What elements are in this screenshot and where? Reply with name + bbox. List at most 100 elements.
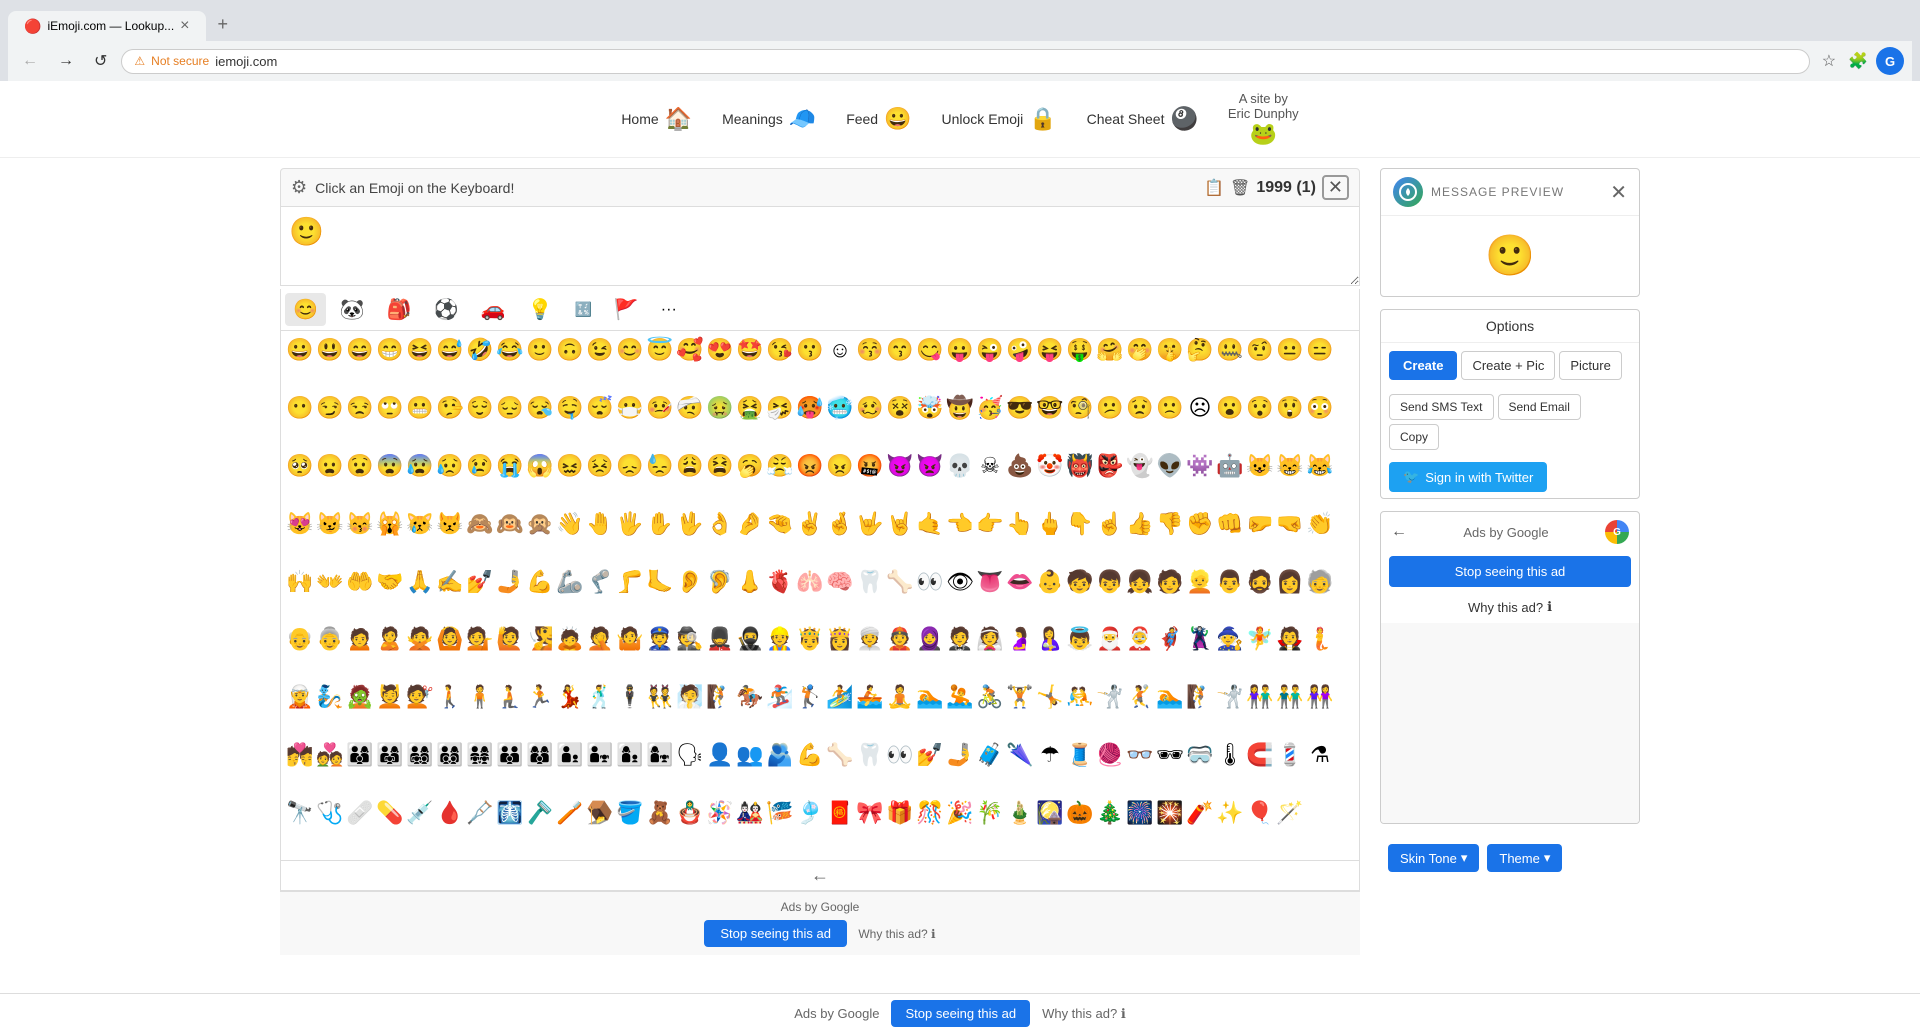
emoji-cell[interactable]: 💈 [1275, 740, 1305, 770]
cat-tab-objects[interactable]: 🎒 [379, 293, 420, 326]
emoji-cell[interactable]: ⚗ [1305, 740, 1335, 770]
emoji-cell[interactable]: 👍 [1125, 509, 1155, 539]
emoji-cell[interactable]: 👩 [1275, 567, 1305, 597]
emoji-cell[interactable]: 😀 [285, 335, 315, 365]
emoji-cell[interactable]: ✊ [1185, 509, 1215, 539]
emoji-cell[interactable]: 😒 [345, 393, 375, 423]
extension-icon[interactable]: 🧩 [1844, 47, 1872, 75]
emoji-cell[interactable]: 🦵 [615, 567, 645, 597]
emoji-cell[interactable]: 🥵 [795, 393, 825, 423]
ads-back-arrow[interactable]: ← [1391, 523, 1407, 541]
emoji-cell[interactable]: 👇 [1065, 509, 1095, 539]
emoji-cell[interactable]: 🧒 [1065, 567, 1095, 597]
emoji-cell[interactable]: 🤑 [1065, 335, 1095, 365]
emoji-cell[interactable]: 🩼 [465, 798, 495, 828]
emoji-cell[interactable]: 🏊 [915, 682, 945, 712]
emoji-cell[interactable]: 🤟 [855, 509, 885, 539]
emoji-cell[interactable]: 😯 [1245, 393, 1275, 423]
back-button[interactable]: ← [16, 48, 44, 74]
close-preview-button[interactable]: ✕ [1610, 180, 1627, 205]
emoji-cell[interactable]: ☝ [1095, 509, 1125, 539]
emoji-cell[interactable]: 🧗 [705, 682, 735, 712]
emoji-cell[interactable]: 👱 [1185, 567, 1215, 597]
emoji-cell[interactable]: 🚴 [975, 682, 1005, 712]
emoji-cell[interactable]: 🧨 [1185, 798, 1215, 828]
emoji-cell[interactable]: 😈 [885, 451, 915, 481]
close-editor-icon[interactable]: ✕ [1322, 175, 1349, 200]
user-avatar[interactable]: G [1876, 47, 1904, 75]
emoji-cell[interactable]: 🎐 [795, 798, 825, 828]
emoji-cell[interactable]: 😅 [435, 335, 465, 365]
emoji-cell[interactable]: 🤫 [1155, 335, 1185, 365]
bookmark-icon[interactable]: ☆ [1818, 47, 1840, 75]
emoji-cell[interactable]: 👀 [885, 740, 915, 770]
emoji-cell[interactable]: 🤌 [735, 509, 765, 539]
emoji-cell[interactable]: 🧕 [915, 624, 945, 654]
emoji-cell[interactable]: 👅 [975, 567, 1005, 597]
emoji-cell[interactable]: 👨‍👨‍👦 [495, 740, 525, 770]
emoji-cell[interactable]: 🤥 [435, 393, 465, 423]
emoji-cell[interactable]: 😝 [1035, 335, 1065, 365]
emoji-cell[interactable]: 🥳 [975, 393, 1005, 423]
emoji-cell[interactable]: 🤯 [915, 393, 945, 423]
emoji-cell[interactable]: 😍 [705, 335, 735, 365]
emoji-cell[interactable]: 👦 [1095, 567, 1125, 597]
emoji-cell[interactable]: 😓 [645, 451, 675, 481]
emoji-cell[interactable]: 🧛 [1275, 624, 1305, 654]
emoji-cell[interactable]: 👬 [1275, 682, 1305, 712]
emoji-cell[interactable]: 👨‍👩‍👦‍👦 [435, 740, 465, 770]
emoji-cell[interactable]: 👎 [1155, 509, 1185, 539]
emoji-cell[interactable]: 🧎 [495, 682, 525, 712]
emoji-cell[interactable]: 😼 [315, 509, 345, 539]
emoji-cell[interactable]: 👂 [675, 567, 705, 597]
emoji-cell[interactable]: 🏋 [1005, 682, 1035, 712]
emoji-cell[interactable]: 🪤 [585, 798, 615, 828]
emoji-cell[interactable]: 🤣 [465, 335, 495, 365]
emoji-cell[interactable]: 👼 [1065, 624, 1095, 654]
emoji-cell[interactable]: 👨 [1215, 567, 1245, 597]
emoji-cell[interactable]: 😥 [435, 451, 465, 481]
emoji-cell[interactable]: 🤞 [825, 509, 855, 539]
emoji-cell[interactable]: 👃 [735, 567, 765, 597]
emoji-cell[interactable]: 🤽 [945, 682, 975, 712]
emoji-cell[interactable]: 🤝 [375, 567, 405, 597]
emoji-cell[interactable]: 😮 [1215, 393, 1245, 423]
emoji-cell[interactable]: 🦸 [1155, 624, 1185, 654]
emoji-cell[interactable]: 👋 [555, 509, 585, 539]
emoji-cell[interactable]: 🦶 [645, 567, 675, 597]
emoji-cell[interactable]: 🤲 [345, 567, 375, 597]
emoji-cell[interactable]: 🤵 [945, 624, 975, 654]
emoji-cell[interactable]: 🖕 [1035, 509, 1065, 539]
emoji-cell[interactable]: 🖖 [675, 509, 705, 539]
emoji-cell[interactable]: 😆 [405, 335, 435, 365]
emoji-cell[interactable]: 🧵 [1065, 740, 1095, 770]
emoji-cell[interactable]: 👁 [945, 567, 975, 597]
emoji-cell[interactable]: 💂 [705, 624, 735, 654]
emoji-cell[interactable]: 🧖 [675, 682, 705, 712]
emoji-cell[interactable]: 👤 [705, 740, 735, 770]
emoji-cell[interactable]: 💅 [915, 740, 945, 770]
emoji-cell[interactable]: 😊 [615, 335, 645, 365]
emoji-cell[interactable]: 🪣 [615, 798, 645, 828]
emoji-cell[interactable]: 🪅 [705, 798, 735, 828]
twitter-signin-button[interactable]: 🐦 Sign in with Twitter [1389, 462, 1547, 492]
emoji-cell[interactable]: 👐 [315, 567, 345, 597]
emoji-cell[interactable]: 🏌 [795, 682, 825, 712]
emoji-cell[interactable]: 😷 [615, 393, 645, 423]
emoji-cell[interactable]: 🤬 [855, 451, 885, 481]
emoji-cell[interactable]: 💏 [285, 740, 315, 770]
bottom-why-ad[interactable]: Why this ad? ℹ [858, 927, 935, 941]
emoji-cell[interactable]: 🤰 [1005, 624, 1035, 654]
emoji-cell[interactable]: 👆 [1005, 509, 1035, 539]
nav-home[interactable]: Home 🏠 [621, 106, 692, 132]
emoji-cell[interactable]: 😱 [525, 451, 555, 481]
emoji-cell[interactable]: 🙃 [555, 335, 585, 365]
emoji-cell[interactable]: 🤚 [585, 509, 615, 539]
cat-tab-more[interactable]: ··· [653, 297, 685, 323]
emoji-cell[interactable]: 🎊 [915, 798, 945, 828]
emoji-cell[interactable]: 🧟 [345, 682, 375, 712]
emoji-cell[interactable]: 🥶 [825, 393, 855, 423]
emoji-cell[interactable]: 🤡 [1035, 451, 1065, 481]
emoji-cell[interactable]: ☂ [1035, 740, 1065, 770]
emoji-cell[interactable]: 🧝 [285, 682, 315, 712]
